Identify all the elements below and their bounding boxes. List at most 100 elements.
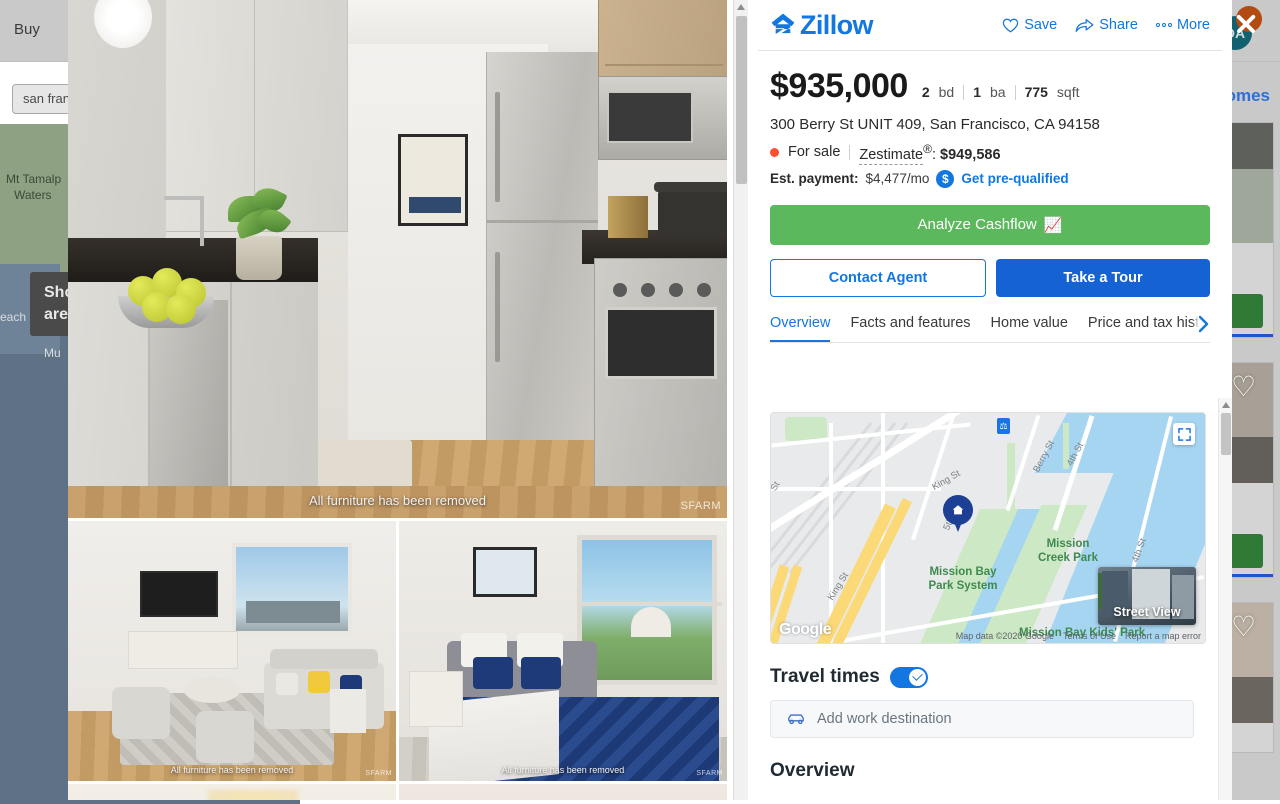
price: $935,000 xyxy=(770,67,908,106)
thumbnail-bedroom[interactable]: All furniture has been removed SFARM xyxy=(399,521,727,781)
tab-overview[interactable]: Overview xyxy=(770,315,830,342)
travel-times-toggle[interactable] xyxy=(890,667,928,688)
map-poi-icon[interactable]: ⚖ xyxy=(997,418,1010,434)
save-button[interactable]: Save xyxy=(1002,17,1057,33)
save-label: Save xyxy=(1024,17,1057,33)
estimated-payment-row: Est. payment: $4,477/mo $ Get pre-qualif… xyxy=(770,170,1210,188)
status-separator xyxy=(849,145,850,160)
more-button[interactable]: More xyxy=(1156,17,1210,33)
est-payment-value: $4,477/mo xyxy=(866,171,930,186)
work-destination-input[interactable]: Add work destination xyxy=(770,700,1194,738)
gallery-scrollbar-thumb[interactable] xyxy=(736,16,747,184)
beds-count: 2 xyxy=(922,84,930,100)
detail-scrollbar[interactable] xyxy=(1218,398,1232,800)
tabs-next-button[interactable] xyxy=(1192,312,1216,336)
property-detail-panel: Zillow Save Share More $935,000 xyxy=(748,0,1232,800)
chevron-right-icon xyxy=(1198,315,1210,333)
est-payment-label: Est. payment: xyxy=(770,171,859,186)
tab-price-and-tax-history[interactable]: Price and tax hist xyxy=(1088,315,1199,342)
expand-icon xyxy=(1178,428,1191,441)
thumbnail-row xyxy=(68,784,727,800)
background-map-label-waters: Waters xyxy=(14,188,52,202)
overview-section-title: Overview xyxy=(770,760,1194,782)
detail-tabs: Overview Facts and features Home value P… xyxy=(770,315,1210,343)
contact-agent-button[interactable]: Contact Agent xyxy=(770,259,986,297)
map-terms-link[interactable]: Terms of Use xyxy=(1063,631,1116,641)
close-button[interactable] xyxy=(1232,10,1260,38)
heart-icon[interactable]: ♡ xyxy=(1231,613,1261,640)
detail-summary: $935,000 2bd 1ba 775sqft 300 Berry St UN… xyxy=(748,51,1232,343)
thumbnail-partial-1[interactable] xyxy=(68,784,396,800)
travel-times-title: Travel times xyxy=(770,666,880,688)
price-row: $935,000 2bd 1ba 775sqft xyxy=(770,67,1210,106)
thumbnail-watermark: SFARM xyxy=(365,770,392,777)
thumbnail-living-room[interactable]: All furniture has been removed SFARM xyxy=(68,521,396,781)
map-label-mission-creek-park: Mission Creek Park xyxy=(1033,537,1103,565)
scroll-up-arrow-icon[interactable] xyxy=(737,4,745,10)
baths-count: 1 xyxy=(973,84,981,100)
zestimate-label: Zestimate xyxy=(859,147,923,165)
location-map[interactable]: King St King St Berry St 4th St 4th St 5… xyxy=(770,412,1206,644)
status-badge: For sale xyxy=(788,144,840,160)
zestimate-value: $949,586 xyxy=(940,147,1000,163)
baths-unit: ba xyxy=(990,84,1006,100)
thumbnail-watermark: SFARM xyxy=(696,770,723,777)
photo-gallery[interactable]: All furniture has been removed SFARM xyxy=(68,0,748,800)
heart-icon xyxy=(1002,18,1019,33)
tab-facts-and-features[interactable]: Facts and features xyxy=(850,315,970,342)
sqft-count: 775 xyxy=(1025,84,1048,100)
share-label: Share xyxy=(1099,17,1138,33)
get-prequalified-link[interactable]: Get pre-qualified xyxy=(961,171,1068,186)
more-label: More xyxy=(1177,17,1210,33)
heart-icon[interactable]: ♡ xyxy=(1231,373,1261,400)
detail-scroll-region: King St King St Berry St 4th St 4th St 5… xyxy=(748,398,1232,800)
travel-times-header: Travel times xyxy=(770,666,1194,688)
map-attribution: Map data ©2020 Google Terms of Use Repor… xyxy=(956,631,1201,641)
google-wordmark: Google xyxy=(779,621,831,639)
map-expand-button[interactable] xyxy=(1173,423,1195,445)
home-pin-icon[interactable] xyxy=(943,495,973,525)
ellipsis-icon xyxy=(1156,23,1172,27)
kitchen-scene xyxy=(68,0,727,518)
scroll-up-arrow-icon[interactable] xyxy=(1222,402,1230,408)
contact-buttons-row: Contact Agent Take a Tour xyxy=(770,259,1210,297)
share-arrow-icon xyxy=(1075,18,1094,33)
status-row: For sale Zestimate®: $949,586 xyxy=(770,142,1210,163)
fact-separator xyxy=(963,85,964,100)
share-button[interactable]: Share xyxy=(1075,17,1138,33)
background-map-label-beach: each xyxy=(0,310,26,324)
map-label-mission-bay-park-system: Mission Bay Park System xyxy=(923,565,1003,593)
tab-home-value[interactable]: Home value xyxy=(991,315,1068,342)
dollar-coin-icon: $ xyxy=(936,170,954,188)
zestimate-registered-mark: ® xyxy=(923,142,932,156)
background-map-label-mt: Mt Tamalp xyxy=(6,172,61,186)
background-listing-header: omes xyxy=(1226,86,1270,106)
take-a-tour-button[interactable]: Take a Tour xyxy=(996,259,1210,297)
property-address: 300 Berry St UNIT 409, San Francisco, CA… xyxy=(770,116,1210,133)
thumbnail-partial-2[interactable] xyxy=(399,784,727,800)
analyze-cashflow-button[interactable]: Analyze Cashflow 📈 xyxy=(770,205,1210,245)
detail-scrollbar-thumb[interactable] xyxy=(1221,413,1231,455)
fact-separator xyxy=(1015,85,1016,100)
zestimate-block[interactable]: Zestimate®: $949,586 xyxy=(859,142,1000,163)
hero-photo[interactable]: All furniture has been removed SFARM xyxy=(68,0,727,518)
street-view-thumbnail[interactable]: Street View xyxy=(1098,567,1196,625)
map-data-credit: Map data ©2020 Google xyxy=(956,631,1054,641)
thumbnail-row: All furniture has been removed SFARM All… xyxy=(68,521,727,781)
toggle-knob xyxy=(909,669,926,686)
map-report-error-link[interactable]: Report a map error xyxy=(1125,631,1201,641)
background-nav-buy[interactable]: Buy xyxy=(14,21,40,38)
car-icon xyxy=(787,712,805,726)
tab-list: Overview Facts and features Home value P… xyxy=(770,315,1210,342)
detail-header: Zillow Save Share More xyxy=(748,0,1232,50)
zestimate-colon: : xyxy=(932,147,936,163)
background-map-label-mu: Mu xyxy=(44,346,61,360)
gallery-scrollbar[interactable] xyxy=(733,0,748,800)
beds-unit: bd xyxy=(939,84,955,100)
zillow-wordmark: Zillow xyxy=(800,10,873,41)
analyze-cashflow-label: Analyze Cashflow xyxy=(918,216,1037,233)
hero-photo-watermark: SFARM xyxy=(681,500,721,512)
header-actions: Save Share More xyxy=(1002,17,1210,33)
zillow-logo[interactable]: Zillow xyxy=(770,10,873,41)
work-destination-placeholder: Add work destination xyxy=(817,711,952,727)
